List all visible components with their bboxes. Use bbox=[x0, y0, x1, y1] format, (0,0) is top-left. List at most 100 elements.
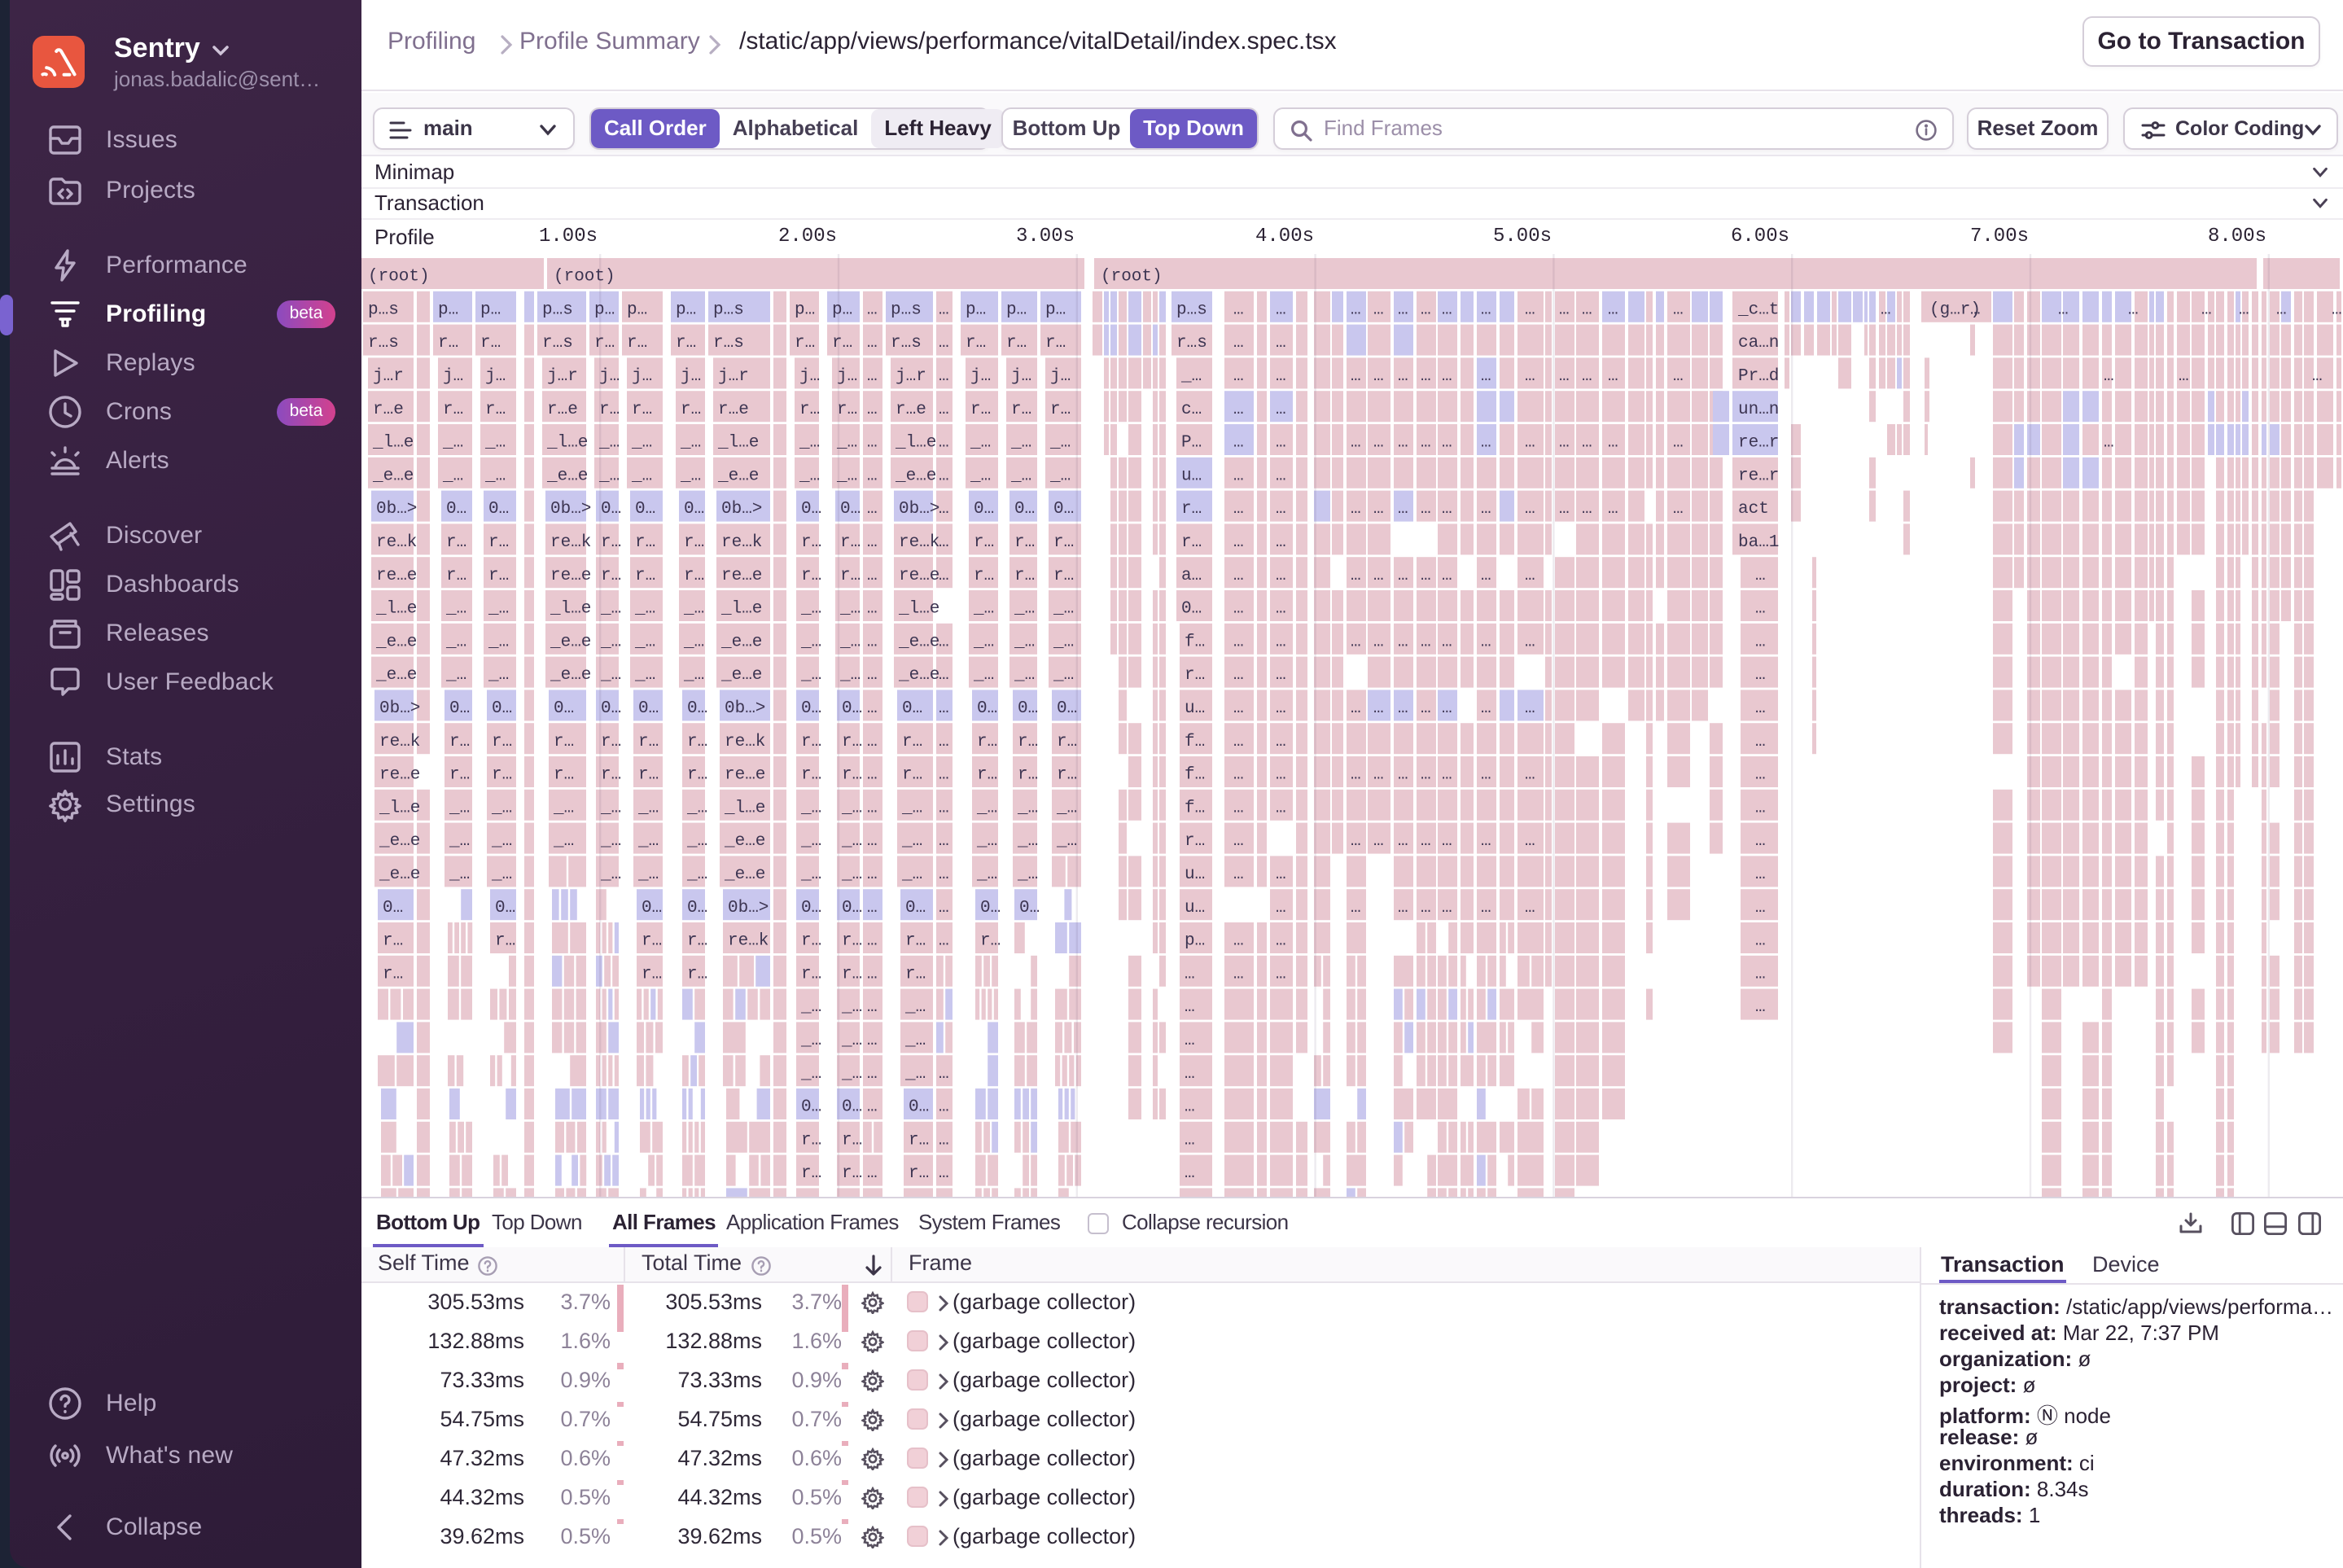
svg-text:0…: 0… bbox=[492, 699, 512, 718]
svg-text:…: … bbox=[1525, 434, 1535, 453]
svg-text:0…: 0… bbox=[1018, 699, 1038, 718]
svg-text:…: … bbox=[867, 500, 878, 519]
svg-text:_e…e: _e…e bbox=[895, 466, 936, 485]
svg-text:0b…>: 0b…> bbox=[550, 500, 591, 519]
svg-text:…: … bbox=[1276, 766, 1286, 785]
svg-text:_e…e: _e…e bbox=[724, 832, 765, 851]
svg-text:…: … bbox=[1421, 367, 1431, 386]
svg-text:_…: _… bbox=[686, 799, 707, 817]
svg-text:j…r: j…r bbox=[718, 367, 749, 386]
svg-text:…: … bbox=[2276, 300, 2287, 319]
svg-text:r…: r… bbox=[554, 733, 574, 751]
svg-text:r…: r… bbox=[832, 334, 852, 353]
svg-text:a…: a… bbox=[1181, 567, 1202, 585]
svg-text:0…: 0… bbox=[905, 899, 926, 918]
svg-text:_…: _… bbox=[1010, 434, 1031, 453]
svg-text:u…: u… bbox=[1181, 466, 1202, 485]
svg-text:r…s: r…s bbox=[368, 334, 399, 353]
svg-text:_…: _… bbox=[598, 466, 620, 485]
svg-text:r…: r… bbox=[488, 533, 509, 552]
svg-text:…: … bbox=[1673, 500, 1684, 519]
svg-text:r…: r… bbox=[687, 965, 707, 983]
svg-text:_…: _… bbox=[841, 1065, 862, 1084]
svg-text:c…: c… bbox=[1181, 401, 1202, 419]
svg-text:r…: r… bbox=[840, 533, 861, 552]
svg-text:r…: r… bbox=[1050, 401, 1071, 419]
svg-text:0…: 0… bbox=[977, 699, 997, 718]
svg-text:_…: _… bbox=[680, 466, 701, 485]
svg-text:…: … bbox=[1373, 699, 1384, 718]
svg-text:0…: 0… bbox=[902, 699, 922, 718]
svg-text:(root): (root) bbox=[368, 268, 430, 287]
svg-text:…: … bbox=[1398, 699, 1408, 718]
svg-text:Pr…d: Pr…d bbox=[1738, 367, 1779, 386]
svg-text:r…: r… bbox=[840, 567, 861, 585]
svg-text:…: … bbox=[939, 500, 949, 519]
svg-text:…: … bbox=[1185, 1098, 1195, 1117]
svg-text:…: … bbox=[2128, 300, 2139, 319]
svg-text:r…: r… bbox=[801, 965, 821, 983]
svg-text:…: … bbox=[1421, 699, 1431, 718]
svg-text:_…: _… bbox=[637, 799, 659, 817]
svg-text:r…: r… bbox=[383, 932, 403, 951]
svg-text:_…: _… bbox=[631, 466, 652, 485]
svg-text:re…e: re…e bbox=[899, 567, 939, 585]
svg-text:_…: _… bbox=[1010, 466, 1031, 485]
svg-text:re…k: re…k bbox=[550, 533, 591, 552]
svg-text:…: … bbox=[1442, 367, 1452, 386]
svg-text:…: … bbox=[1442, 766, 1452, 785]
svg-text:_…: _… bbox=[449, 865, 470, 884]
svg-text:…: … bbox=[939, 932, 949, 951]
svg-text:r…: r… bbox=[681, 401, 701, 419]
svg-text:_…: _… bbox=[1017, 865, 1038, 884]
svg-text:_…: _… bbox=[600, 633, 621, 651]
svg-text:_…: _… bbox=[600, 666, 621, 685]
svg-text:…: … bbox=[1351, 699, 1361, 718]
svg-text:_…: _… bbox=[631, 434, 652, 453]
svg-text:_…: _… bbox=[901, 832, 922, 851]
svg-text:0b…>: 0b…> bbox=[899, 500, 939, 519]
svg-text:0…: 0… bbox=[446, 500, 466, 519]
svg-text:r…: r… bbox=[801, 766, 821, 785]
svg-text:j…: j… bbox=[485, 367, 506, 386]
svg-text:…: … bbox=[1755, 965, 1766, 983]
svg-text:r…: r… bbox=[1185, 666, 1205, 685]
svg-text:_…: _… bbox=[488, 666, 509, 685]
svg-text:0…: 0… bbox=[1019, 899, 1040, 918]
svg-text:_…: _… bbox=[800, 832, 821, 851]
svg-text:r…e: r…e bbox=[718, 401, 749, 419]
svg-text:…: … bbox=[1276, 699, 1286, 718]
svg-text:r…: r… bbox=[635, 533, 655, 552]
svg-text:…: … bbox=[1608, 367, 1618, 386]
svg-text:_e…e: _e…e bbox=[720, 633, 762, 651]
svg-text:_…: _… bbox=[1014, 666, 1035, 685]
svg-text:0…: 0… bbox=[1181, 600, 1202, 619]
svg-text:…: … bbox=[1185, 1031, 1195, 1050]
svg-text:r…s: r…s bbox=[891, 334, 922, 353]
svg-text:re…k: re…k bbox=[899, 533, 939, 552]
svg-text:0…: 0… bbox=[601, 500, 621, 519]
svg-text:_…: _… bbox=[1053, 666, 1074, 685]
svg-text:…: … bbox=[1398, 633, 1408, 651]
svg-text:…: … bbox=[1373, 434, 1384, 453]
svg-text:0b…>: 0b…> bbox=[376, 500, 417, 519]
svg-text:r…: r… bbox=[599, 401, 620, 419]
svg-text:…: … bbox=[1525, 832, 1535, 851]
svg-text:…: … bbox=[1481, 500, 1491, 519]
svg-text:…: … bbox=[1421, 899, 1431, 918]
svg-text:…: … bbox=[867, 832, 878, 851]
svg-text:act: act bbox=[1738, 500, 1769, 519]
svg-text:r…e: r…e bbox=[896, 401, 926, 419]
svg-text:…: … bbox=[1442, 699, 1452, 718]
svg-text:r…s: r…s bbox=[1176, 334, 1207, 353]
svg-text:_…: _… bbox=[491, 799, 512, 817]
svg-text:0…: 0… bbox=[801, 500, 821, 519]
svg-text:r…: r… bbox=[842, 932, 862, 951]
svg-text:…: … bbox=[1233, 865, 1244, 884]
svg-text:0…: 0… bbox=[1014, 500, 1035, 519]
svg-text:…: … bbox=[1755, 832, 1766, 851]
svg-text:…: … bbox=[1351, 899, 1361, 918]
svg-text:…: … bbox=[1276, 334, 1286, 353]
svg-text:j…r: j…r bbox=[896, 367, 926, 386]
svg-text:r…: r… bbox=[632, 401, 652, 419]
